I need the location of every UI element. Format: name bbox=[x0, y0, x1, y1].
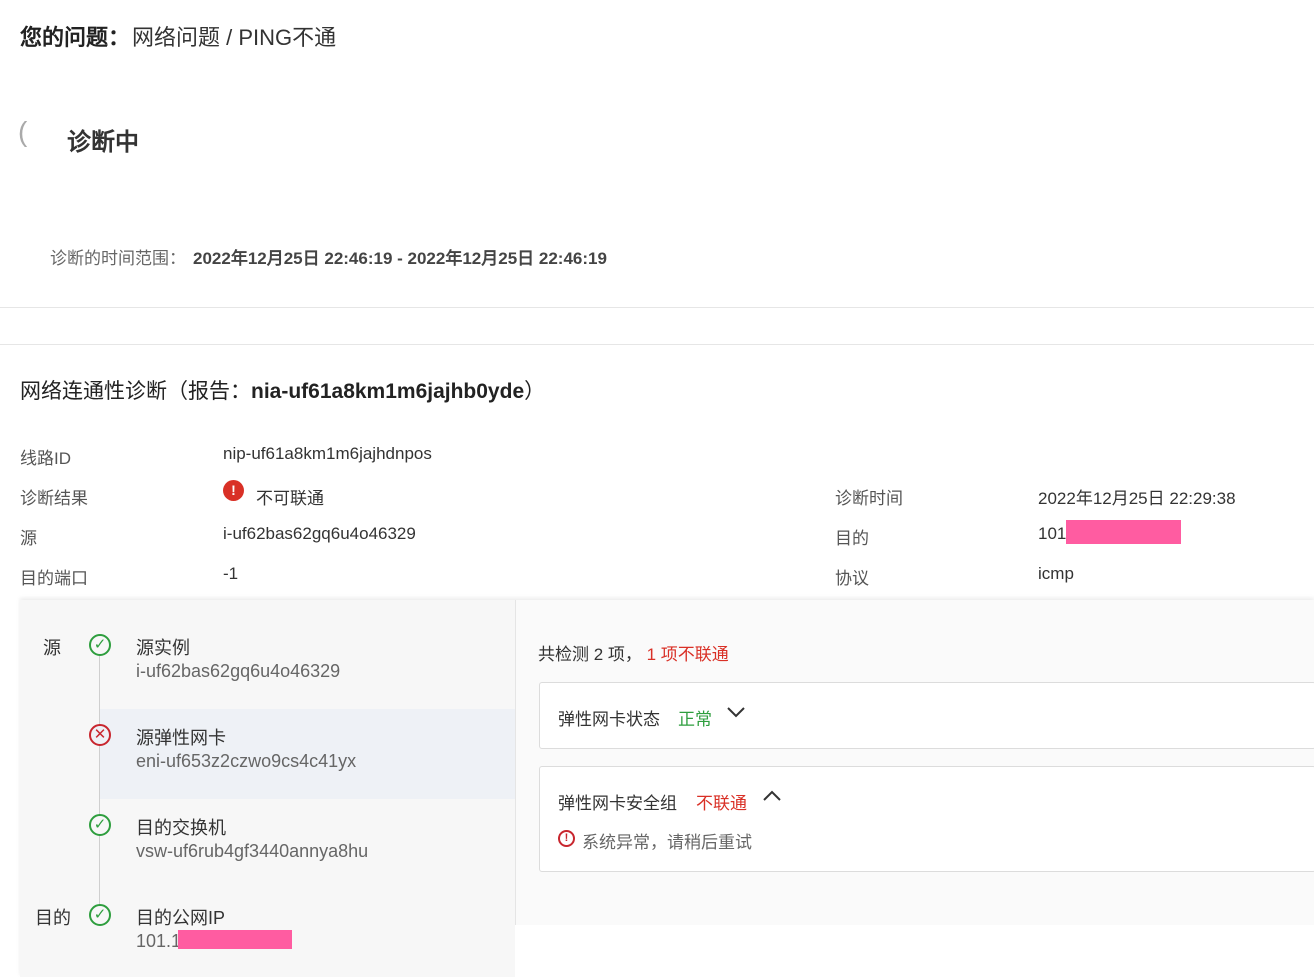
check-title: 弹性网卡安全组 bbox=[558, 794, 677, 813]
check-circle-icon: ✓ bbox=[89, 814, 111, 836]
warning-icon: ! bbox=[558, 830, 575, 847]
error-icon: ! bbox=[223, 480, 244, 501]
path-step-id: i-uf62bas62gq6u4o46329 bbox=[136, 661, 341, 681]
loading-spinner-icon: ( bbox=[18, 116, 28, 147]
check-title: 弹性网卡状态 bbox=[558, 710, 660, 729]
dest-value: 101 bbox=[1038, 524, 1067, 543]
report-title: 网络连通性诊断（报告：nia-uf61a8km1m6jajhb0yde） bbox=[20, 375, 545, 405]
question-label: 您的问题： bbox=[20, 25, 131, 50]
result-value: 不可联通 bbox=[256, 489, 324, 508]
chevron-down-icon[interactable] bbox=[726, 705, 746, 724]
error-circle-icon: ✕ bbox=[89, 724, 111, 746]
question-value: 网络问题 / PING不通 bbox=[132, 25, 337, 50]
report-id: nia-uf61a8km1m6jajhb0yde bbox=[251, 380, 525, 403]
time-range-label: 诊断的时间范围： bbox=[50, 249, 186, 268]
check-summary: 共检测 2 项， 1 项不联通 bbox=[538, 640, 729, 665]
protocol-label: 协议 bbox=[835, 569, 869, 588]
time-range-value: 2022年12月25日 22:46:19 - 2022年12月25日 22:46… bbox=[193, 249, 607, 268]
port-label: 目的端口 bbox=[20, 569, 88, 588]
check-status: 不联通 bbox=[696, 794, 747, 813]
line-id-label: 线路ID bbox=[20, 449, 71, 468]
check-card[interactable]: 弹性网卡安全组 不联通 ! 系统异常，请稍后重试 bbox=[539, 766, 1314, 872]
path-step-id: eni-uf653z2czwo9cs4c41yx bbox=[136, 751, 357, 771]
path-step-title[interactable]: 目的交换机 bbox=[136, 814, 226, 840]
check-status: 正常 bbox=[678, 710, 712, 729]
source-value: i-uf62bas62gq6u4o46329 bbox=[223, 524, 416, 543]
diagnosis-status: 诊断中 bbox=[67, 129, 139, 156]
path-step-id: 101.1 bbox=[136, 931, 182, 951]
panel-footer-blank bbox=[515, 925, 1314, 977]
report-title-suffix: ） bbox=[524, 380, 546, 403]
check-summary-total: 共检测 2 项， bbox=[538, 645, 642, 664]
path-step-title[interactable]: 目的公网IP bbox=[136, 904, 225, 930]
diag-time-value: 2022年12月25日 22:29:38 bbox=[1038, 489, 1236, 508]
check-card[interactable]: 弹性网卡状态 正常 bbox=[539, 682, 1314, 749]
chevron-up-icon[interactable] bbox=[762, 789, 782, 808]
path-dest-label: 目的 bbox=[35, 908, 71, 928]
path-connector-line bbox=[99, 656, 100, 906]
check-message: 系统异常，请稍后重试 bbox=[582, 833, 752, 852]
line-id-value: nip-uf61a8km1m6jajhdnpos bbox=[223, 444, 432, 463]
redaction-block bbox=[1066, 520, 1181, 544]
path-step-title[interactable]: 源弹性网卡 bbox=[136, 724, 226, 750]
path-step-title[interactable]: 源实例 bbox=[136, 634, 190, 660]
check-summary-failed: 1 项不联通 bbox=[641, 645, 729, 664]
path-step-id: vsw-uf6rub4gf3440annya8hu bbox=[136, 841, 369, 861]
divider bbox=[0, 344, 1314, 345]
diag-time-label: 诊断时间 bbox=[835, 489, 903, 508]
report-title-prefix: 网络连通性诊断（报告： bbox=[20, 380, 251, 403]
protocol-value: icmp bbox=[1038, 564, 1074, 583]
result-label: 诊断结果 bbox=[20, 489, 88, 508]
port-value: -1 bbox=[223, 564, 239, 583]
check-circle-icon: ✓ bbox=[89, 634, 111, 656]
dest-label: 目的 bbox=[835, 529, 869, 548]
path-source-label: 源 bbox=[43, 638, 61, 658]
redaction-block bbox=[178, 930, 292, 949]
source-label: 源 bbox=[20, 529, 37, 548]
divider bbox=[0, 307, 1314, 308]
check-circle-icon: ✓ bbox=[89, 904, 111, 926]
